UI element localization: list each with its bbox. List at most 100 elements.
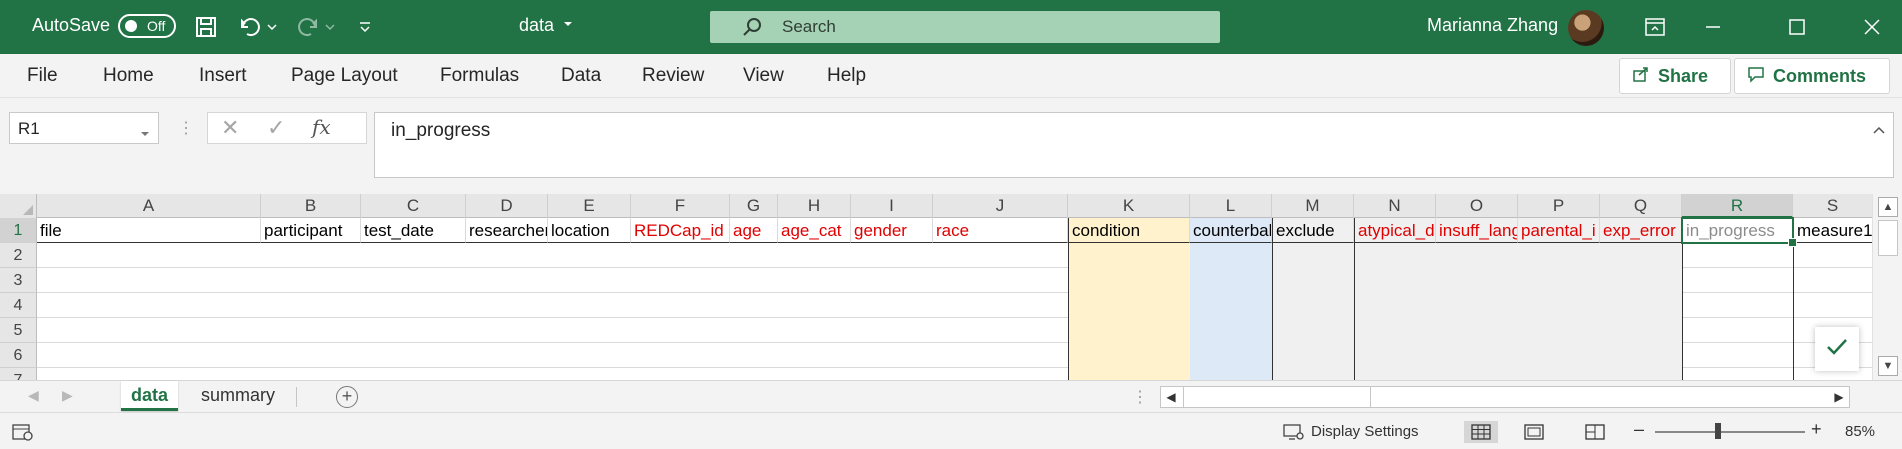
zoom-in-icon[interactable]: + xyxy=(1811,419,1822,440)
menu-file[interactable]: File xyxy=(27,65,58,87)
menu-review[interactable]: Review xyxy=(642,65,704,87)
header-cell-researcher[interactable]: researcher xyxy=(466,218,548,243)
column-header-q[interactable]: Q xyxy=(1600,194,1682,218)
column-header-j[interactable]: J xyxy=(933,194,1068,218)
formula-bar-grip-icon[interactable]: ⋮ xyxy=(178,118,194,138)
header-cell-gender[interactable]: gender xyxy=(851,218,933,243)
scroll-up-icon[interactable]: ▲ xyxy=(1878,197,1898,217)
menu-view[interactable]: View xyxy=(743,65,784,87)
collapse-formula-bar-icon[interactable] xyxy=(1873,121,1885,137)
column-header-e[interactable]: E xyxy=(548,194,631,218)
zoom-level[interactable]: 85% xyxy=(1845,423,1875,440)
header-cell-insuff-lang[interactable]: insuff_lang xyxy=(1436,218,1518,243)
column-header-a[interactable]: A xyxy=(37,194,261,218)
formula-input[interactable]: in_progress xyxy=(374,112,1894,178)
header-cell-measure1[interactable]: measure1 xyxy=(1793,218,1873,243)
minimize-icon[interactable] xyxy=(1698,12,1728,42)
header-cell-race[interactable]: race xyxy=(933,218,1068,243)
cancel-icon[interactable]: ✕ xyxy=(221,115,239,141)
next-sheet-icon[interactable]: ▶ xyxy=(62,387,73,404)
row-header-7[interactable]: 7 xyxy=(0,368,37,380)
display-settings-label[interactable]: Display Settings xyxy=(1311,423,1419,440)
column-header-f[interactable]: F xyxy=(631,194,730,218)
close-icon[interactable] xyxy=(1857,12,1887,42)
column-header-r[interactable]: R xyxy=(1682,194,1793,218)
column-header-d[interactable]: D xyxy=(466,194,548,218)
add-sheet-icon[interactable]: + xyxy=(336,386,358,408)
scroll-right-icon[interactable]: ▶ xyxy=(1829,387,1849,407)
autosave-toggle[interactable]: Off xyxy=(118,14,176,38)
name-box[interactable]: R1 xyxy=(9,112,159,144)
prev-sheet-icon[interactable]: ◀ xyxy=(28,387,39,404)
column-header-b[interactable]: B xyxy=(261,194,361,218)
vertical-scrollbar[interactable]: ▲ ▼ xyxy=(1872,194,1902,380)
menu-help[interactable]: Help xyxy=(827,65,866,87)
horizontal-scroll-thumb[interactable] xyxy=(1183,387,1371,407)
zoom-slider[interactable] xyxy=(1655,431,1805,433)
column-header-o[interactable]: O xyxy=(1436,194,1518,218)
normal-view-icon[interactable] xyxy=(1464,421,1498,443)
scroll-left-icon[interactable]: ◀ xyxy=(1161,387,1181,407)
header-cell-parental[interactable]: parental_i xyxy=(1518,218,1600,243)
row-header-4[interactable]: 4 xyxy=(0,293,37,318)
scroll-down-icon[interactable]: ▼ xyxy=(1878,356,1898,376)
column-header-g[interactable]: G xyxy=(730,194,778,218)
undo-icon[interactable] xyxy=(236,12,266,42)
page-break-view-icon[interactable] xyxy=(1585,421,1605,443)
row-header-1[interactable]: 1 xyxy=(0,218,37,243)
user-name[interactable]: Marianna Zhang xyxy=(1427,15,1558,36)
search-box[interactable]: Search xyxy=(710,11,1220,43)
header-cell-in-progress[interactable]: in_progress xyxy=(1682,218,1793,243)
tab-split-grip-icon[interactable]: ⋮ xyxy=(1132,387,1148,407)
customize-toolbar-icon[interactable] xyxy=(350,12,380,42)
quick-check-button[interactable] xyxy=(1815,327,1859,371)
header-cell-counterbalance[interactable]: counterbalance xyxy=(1190,218,1272,243)
enter-icon[interactable]: ✓ xyxy=(267,115,285,141)
comments-button[interactable]: Comments xyxy=(1734,58,1890,94)
header-cell-redcap-id[interactable]: REDCap_id xyxy=(631,218,730,243)
macro-recording-icon[interactable] xyxy=(12,421,34,443)
row-header-2[interactable]: 2 xyxy=(0,243,37,268)
scroll-thumb[interactable] xyxy=(1878,220,1898,256)
menu-page-layout[interactable]: Page Layout xyxy=(291,65,398,87)
column-header-m[interactable]: M xyxy=(1272,194,1354,218)
header-cell-test-date[interactable]: test_date xyxy=(361,218,466,243)
column-header-k[interactable]: K xyxy=(1068,194,1190,218)
column-header-n[interactable]: N xyxy=(1354,194,1436,218)
header-cell-exclude[interactable]: exclude xyxy=(1272,218,1354,243)
menu-home[interactable]: Home xyxy=(103,65,154,87)
document-dropdown-icon[interactable] xyxy=(562,17,574,35)
row-header-5[interactable]: 5 xyxy=(0,318,37,343)
header-cell-location[interactable]: location xyxy=(548,218,631,243)
header-cell-atypical[interactable]: atypical_d xyxy=(1354,218,1436,243)
header-cell-condition[interactable]: condition xyxy=(1068,218,1190,243)
header-cell-exp-error[interactable]: exp_error xyxy=(1600,218,1682,243)
column-header-s[interactable]: S xyxy=(1793,194,1873,218)
column-header-c[interactable]: C xyxy=(361,194,466,218)
select-all-button[interactable] xyxy=(0,194,37,218)
redo-dropdown-icon[interactable] xyxy=(322,12,338,42)
sheet-tab-data[interactable]: data xyxy=(121,381,179,411)
sheet-tab-summary[interactable]: summary xyxy=(191,381,285,411)
zoom-slider-thumb[interactable] xyxy=(1715,423,1721,439)
ribbon-display-options-icon[interactable] xyxy=(1640,12,1670,42)
name-box-dropdown-icon[interactable] xyxy=(140,123,150,143)
undo-dropdown-icon[interactable] xyxy=(264,12,280,42)
header-cell-participant[interactable]: participant xyxy=(261,218,361,243)
header-cell-age-cat[interactable]: age_cat xyxy=(778,218,851,243)
redo-icon[interactable] xyxy=(292,12,322,42)
menu-data[interactable]: Data xyxy=(561,65,601,87)
header-cell-age[interactable]: age xyxy=(730,218,778,243)
share-button[interactable]: Share xyxy=(1619,58,1731,94)
header-cell-file[interactable]: file xyxy=(37,218,261,243)
document-title[interactable]: data xyxy=(519,15,554,36)
column-header-l[interactable]: L xyxy=(1190,194,1272,218)
column-header-h[interactable]: H xyxy=(778,194,851,218)
insert-function-icon[interactable]: fx xyxy=(312,115,331,139)
maximize-icon[interactable] xyxy=(1782,12,1812,42)
zoom-out-icon[interactable]: – xyxy=(1634,419,1644,440)
horizontal-scrollbar[interactable]: ◀ ▶ xyxy=(1160,386,1850,408)
menu-formulas[interactable]: Formulas xyxy=(440,65,519,87)
menu-insert[interactable]: Insert xyxy=(199,65,247,87)
row-header-6[interactable]: 6 xyxy=(0,343,37,368)
